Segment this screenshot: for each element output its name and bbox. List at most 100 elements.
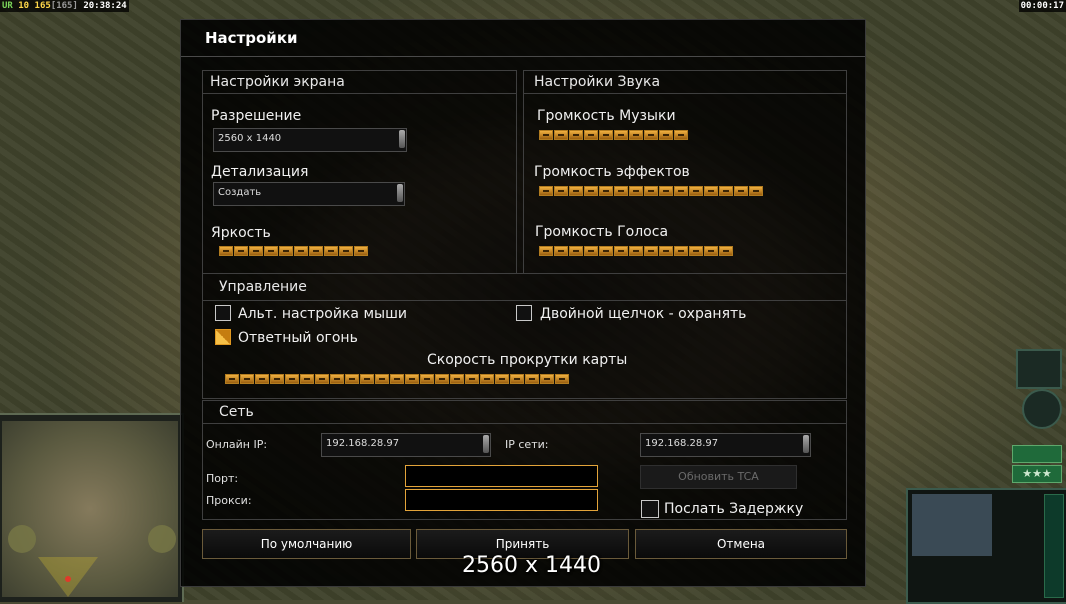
slider-segment[interactable]: [719, 246, 733, 256]
slider-segment[interactable]: [339, 246, 353, 256]
unit-portrait-button[interactable]: [1016, 349, 1062, 389]
slider-segment[interactable]: [689, 246, 703, 256]
double-click-checkbox[interactable]: [516, 305, 532, 321]
proxy-input[interactable]: [405, 489, 598, 511]
slider-segment[interactable]: [390, 374, 404, 384]
slider-segment[interactable]: [219, 246, 233, 256]
slider-segment[interactable]: [555, 374, 569, 384]
slider-segment[interactable]: [495, 374, 509, 384]
chevron-down-icon[interactable]: [1012, 445, 1062, 463]
slider-segment[interactable]: [599, 246, 613, 256]
slider-segment[interactable]: [674, 246, 688, 256]
music-volume-slider[interactable]: [539, 130, 688, 142]
slider-segment[interactable]: [270, 374, 284, 384]
slider-segment[interactable]: [659, 186, 673, 196]
slider-segment[interactable]: [294, 246, 308, 256]
slider-segment[interactable]: [704, 246, 718, 256]
slider-segment[interactable]: [255, 374, 269, 384]
slider-segment[interactable]: [554, 186, 568, 196]
return-fire-checkbox[interactable]: [215, 329, 231, 345]
slider-segment[interactable]: [225, 374, 239, 384]
radar-compass-icon[interactable]: [1022, 389, 1062, 429]
detail-dropdown[interactable]: Создать: [213, 182, 405, 206]
slider-segment[interactable]: [704, 186, 718, 196]
slider-segment[interactable]: [689, 186, 703, 196]
resolution-dropdown[interactable]: 2560 x 1440: [213, 128, 407, 152]
dropdown-scroll-thumb[interactable]: [399, 130, 405, 148]
slider-segment[interactable]: [554, 130, 568, 140]
alt-mouse-checkbox[interactable]: [215, 305, 231, 321]
slider-segment[interactable]: [360, 374, 374, 384]
slider-segment[interactable]: [240, 374, 254, 384]
slider-segment[interactable]: [354, 246, 368, 256]
slider-segment[interactable]: [614, 186, 628, 196]
slider-segment[interactable]: [324, 246, 338, 256]
slider-segment[interactable]: [450, 374, 464, 384]
slider-segment[interactable]: [405, 374, 419, 384]
slider-segment[interactable]: [315, 374, 329, 384]
defaults-button[interactable]: По умолчанию: [202, 529, 411, 559]
slider-segment[interactable]: [569, 246, 583, 256]
rank-stars-icon[interactable]: ★★★: [1012, 465, 1062, 483]
slider-segment[interactable]: [659, 130, 673, 140]
slider-segment[interactable]: [249, 246, 263, 256]
slider-segment[interactable]: [345, 374, 359, 384]
slider-segment[interactable]: [309, 246, 323, 256]
brightness-slider[interactable]: [219, 246, 368, 258]
slider-segment[interactable]: [614, 246, 628, 256]
slider-segment[interactable]: [300, 374, 314, 384]
voice-volume-slider[interactable]: [539, 246, 733, 258]
minimap[interactable]: [0, 413, 184, 602]
slider-segment[interactable]: [614, 130, 628, 140]
slider-segment[interactable]: [629, 246, 643, 256]
slider-segment[interactable]: [569, 186, 583, 196]
slider-segment[interactable]: [234, 246, 248, 256]
selected-unit-image[interactable]: [912, 494, 992, 556]
slider-segment[interactable]: [540, 374, 554, 384]
port-input[interactable]: [405, 465, 598, 487]
slider-segment[interactable]: [279, 246, 293, 256]
slider-segment[interactable]: [510, 374, 524, 384]
dropdown-scroll-thumb[interactable]: [803, 435, 809, 453]
slider-segment[interactable]: [734, 186, 748, 196]
update-tca-button[interactable]: Обновить TCA: [640, 465, 797, 489]
slider-segment[interactable]: [525, 374, 539, 384]
slider-segment[interactable]: [539, 130, 553, 140]
slider-segment[interactable]: [569, 130, 583, 140]
slider-segment[interactable]: [674, 130, 688, 140]
slider-segment[interactable]: [629, 186, 643, 196]
slider-segment[interactable]: [629, 130, 643, 140]
network-ip-dropdown[interactable]: 192.168.28.97: [640, 433, 811, 457]
cancel-button[interactable]: Отмена: [635, 529, 847, 559]
slider-segment[interactable]: [539, 246, 553, 256]
slider-segment[interactable]: [644, 246, 658, 256]
online-ip-dropdown[interactable]: 192.168.28.97: [321, 433, 491, 457]
slider-segment[interactable]: [644, 130, 658, 140]
slider-segment[interactable]: [539, 186, 553, 196]
slider-segment[interactable]: [584, 130, 598, 140]
slider-segment[interactable]: [599, 130, 613, 140]
dropdown-scroll-thumb[interactable]: [483, 435, 489, 453]
slider-segment[interactable]: [584, 246, 598, 256]
slider-segment[interactable]: [480, 374, 494, 384]
slider-segment[interactable]: [749, 186, 763, 196]
slider-segment[interactable]: [285, 374, 299, 384]
slider-segment[interactable]: [420, 374, 434, 384]
effects-volume-slider[interactable]: [539, 186, 763, 198]
slider-segment[interactable]: [264, 246, 278, 256]
scroll-speed-slider[interactable]: [225, 374, 569, 386]
slider-segment[interactable]: [465, 374, 479, 384]
slider-segment[interactable]: [659, 246, 673, 256]
slider-segment[interactable]: [584, 186, 598, 196]
slider-segment[interactable]: [330, 374, 344, 384]
slider-segment[interactable]: [644, 186, 658, 196]
slider-segment[interactable]: [554, 246, 568, 256]
slider-segment[interactable]: [674, 186, 688, 196]
slider-segment[interactable]: [599, 186, 613, 196]
minimap-view[interactable]: [2, 421, 178, 597]
send-delay-checkbox[interactable]: [641, 500, 659, 518]
slider-segment[interactable]: [435, 374, 449, 384]
slider-segment[interactable]: [719, 186, 733, 196]
slider-segment[interactable]: [375, 374, 389, 384]
dropdown-scroll-thumb[interactable]: [397, 184, 403, 202]
